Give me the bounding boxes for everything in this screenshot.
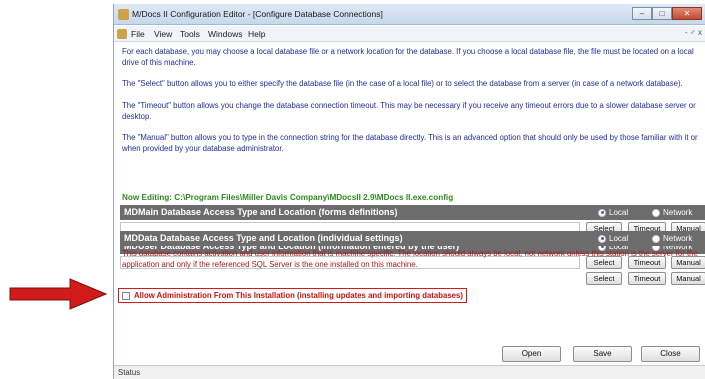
now-editing-path: Now Editing: C:\Program Files\Miller Dav… (122, 193, 454, 202)
menu-windows[interactable]: Windows (208, 29, 242, 39)
app-icon (118, 9, 129, 20)
radio-unselected-icon (652, 234, 660, 243)
radio-local-label: Local (609, 234, 629, 243)
menu-view[interactable]: View (154, 29, 172, 39)
select-button[interactable]: Select (586, 272, 622, 285)
radio-selected-icon (598, 208, 606, 217)
minimize-icon[interactable]: – (632, 7, 652, 20)
mddata-description: This database contains activation and us… (122, 249, 698, 269)
radio-network[interactable]: Network (652, 205, 692, 220)
window-title: M/Docs II Configuration Editor - [Config… (132, 9, 383, 19)
instruction-paragraph: The "Select" button allows you to either… (122, 79, 683, 88)
screenshot: M/Docs II Configuration Editor - [Config… (0, 0, 705, 379)
radio-network[interactable]: Network (652, 231, 692, 246)
annotation-arrow (9, 278, 108, 310)
section-title: MDData Database Access Type and Location… (124, 233, 403, 243)
manual-button[interactable]: Manual (671, 272, 705, 285)
menu-file[interactable]: File (131, 29, 145, 39)
status-bar: Status (114, 365, 705, 379)
menu-help[interactable]: Help (248, 29, 265, 39)
title-bar[interactable]: M/Docs II Configuration Editor - [Config… (114, 4, 705, 25)
radio-network-label: Network (663, 208, 693, 217)
instruction-paragraph: The "Manual" button allows you to type i… (122, 133, 698, 153)
menu-bar: File View Tools Windows Help - ♂ x (114, 26, 705, 42)
radio-unselected-icon (652, 208, 660, 217)
radio-local[interactable]: Local (598, 205, 628, 220)
allow-administration-checkbox[interactable] (122, 292, 130, 300)
main-content: For each database, you may choose a loca… (114, 43, 705, 365)
timeout-button[interactable]: Timeout (628, 272, 666, 285)
instruction-paragraph: The "Timeout" button allows you change t… (122, 101, 696, 121)
close-button[interactable]: Close (641, 346, 700, 362)
section-header-mddata: MDData Database Access Type and Location… (120, 231, 705, 246)
instruction-paragraph: For each database, you may choose a loca… (122, 47, 694, 67)
radio-selected-icon (598, 234, 606, 243)
window-controls: – □ ✕ (632, 7, 702, 20)
section-title: MDMain Database Access Type and Location… (124, 207, 398, 217)
config-editor-window: M/Docs II Configuration Editor - [Config… (113, 4, 705, 379)
radio-local[interactable]: Local (598, 231, 628, 246)
allow-administration-option[interactable]: Allow Administration From This Installat… (118, 288, 467, 303)
section-header-mdmain: MDMain Database Access Type and Location… (120, 205, 705, 220)
maximize-icon[interactable]: □ (652, 7, 672, 20)
radio-local-label: Local (609, 208, 629, 217)
radio-network-label: Network (663, 234, 693, 243)
document-icon (117, 29, 127, 39)
menu-tools[interactable]: Tools (180, 29, 200, 39)
connection-row-mddata: Select Timeout Manual (120, 272, 705, 286)
save-button[interactable]: Save (573, 346, 632, 362)
allow-administration-label: Allow Administration From This Installat… (134, 291, 463, 300)
mdi-child-controls[interactable]: - ♂ x (685, 28, 702, 37)
open-button[interactable]: Open (502, 346, 561, 362)
close-icon[interactable]: ✕ (672, 7, 702, 20)
